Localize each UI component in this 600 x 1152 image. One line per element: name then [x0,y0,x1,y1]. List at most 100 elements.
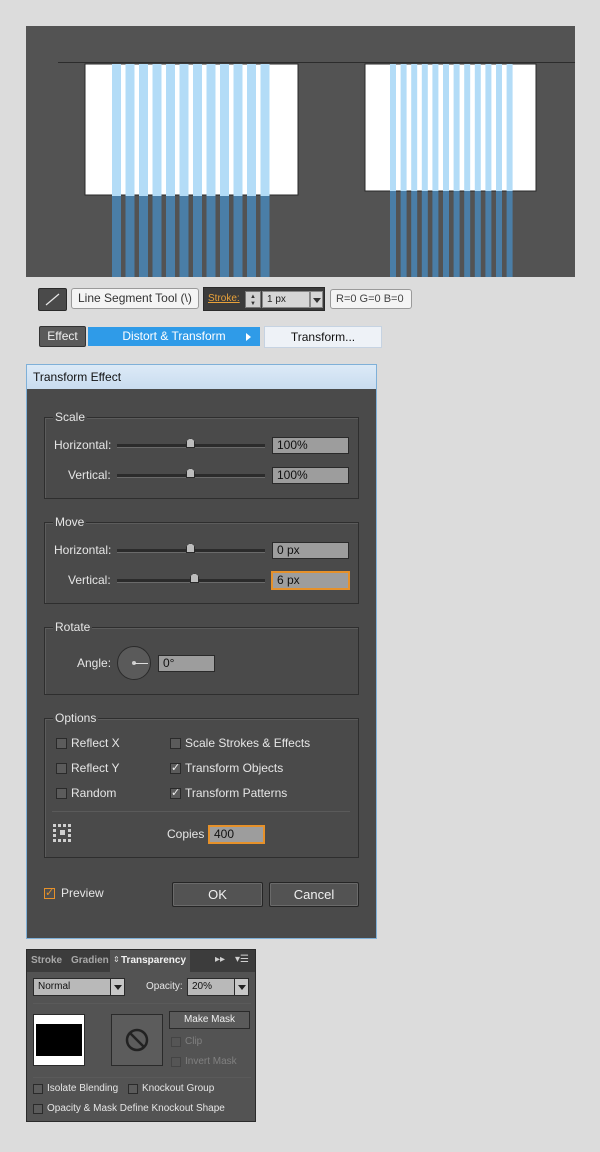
angle-dial[interactable] [117,646,151,680]
stroke-weight-dropdown[interactable] [310,291,323,308]
stripe-light [453,64,460,191]
knockout-group-checkbox[interactable] [128,1084,138,1094]
stripe-dark [179,196,189,277]
scale-strokes-checkbox[interactable] [170,738,181,749]
reflect-y-checkbox[interactable] [56,763,67,774]
stripe-dark [453,191,460,277]
options-group-title: Options [53,711,99,725]
stripe-dark [125,196,135,277]
scale-strokes-label: Scale Strokes & Effects [185,736,311,750]
tab-gradient[interactable]: Gradien [71,950,109,972]
stripe-dark [166,196,175,277]
tab-transparency[interactable]: Transparency [110,950,190,972]
artboard-canvas[interactable] [26,26,575,277]
ok-button[interactable]: OK [172,882,263,907]
clip-label: Clip [185,1036,203,1047]
stripe-light [496,64,502,191]
preview-label: Preview [61,886,104,900]
transform-patterns-checkbox[interactable] [170,786,181,799]
stripe-dark [443,191,449,277]
stripe-dark [474,191,481,277]
stripe-light [247,64,256,196]
scale-vertical-slider[interactable] [117,468,265,478]
menu-distort-label: Distort & Transform [122,329,226,343]
chevron-up-icon[interactable]: ▲ [250,294,256,300]
stripe-dark [421,191,428,277]
line-segment-icon [45,293,60,306]
stripe-light [474,64,481,191]
stripe-dark [233,196,243,277]
move-horizontal-label: Horizontal: [54,543,112,557]
stripe-light [193,64,202,196]
stripe-dark [411,191,418,277]
move-group-title: Move [53,515,87,529]
scale-group [44,417,359,499]
stripe-dark [400,191,407,277]
rotate-group-title: Rotate [53,620,93,634]
move-vertical-slider[interactable] [117,573,265,583]
opacity-mask-define-checkbox[interactable] [33,1104,43,1114]
stripe-light [400,64,407,191]
angle-input[interactable]: 0° [158,655,215,672]
menu-effect[interactable]: Effect [39,326,86,347]
tab-stroke[interactable]: Stroke [31,950,69,972]
move-vertical-input[interactable]: 6 px [272,572,349,589]
no-mask-thumbnail[interactable] [111,1014,163,1066]
menu-distort-transform[interactable]: Distort & Transform [88,327,260,346]
artwork-thumbnail[interactable] [33,1014,85,1066]
scale-horizontal-slider[interactable] [117,438,265,448]
stripe-light [206,64,216,196]
scale-vertical-input[interactable]: 100% [272,467,349,484]
no-mask-icon [125,1028,149,1052]
move-horizontal-input[interactable]: 0 px [272,542,349,559]
transform-patterns-label: Transform Patterns [185,786,288,800]
panel-menu-icon[interactable]: ▾☰ [235,954,249,965]
stripe-light [411,64,418,191]
stroke-label[interactable]: Stroke: [208,293,240,304]
stripe-light [179,64,189,196]
transform-effect-dialog: Transform Effect Scale Horizontal: 100% … [26,364,377,939]
stripe-dark [464,191,471,277]
preview-checkbox[interactable] [44,886,55,899]
transform-objects-checkbox[interactable] [170,761,181,774]
stripe-light [485,64,492,191]
transform-objects-label: Transform Objects [185,761,284,775]
menu-transform[interactable]: Transform... [264,326,382,348]
blend-mode-select[interactable]: Normal [33,978,125,996]
stripe-dark [112,196,121,277]
options-divider [52,811,350,812]
invert-mask-label: Invert Mask [185,1056,237,1067]
blend-mode-value: Normal [38,981,71,992]
chevron-down-icon [110,979,124,995]
reference-point-icon[interactable] [53,824,71,842]
panel-divider [33,1003,251,1004]
opacity-input[interactable]: 20% [187,978,249,996]
isolate-blending-checkbox[interactable] [33,1084,43,1094]
chevron-down-icon [234,979,248,995]
line-segment-tool-button[interactable] [38,288,67,311]
stroke-weight-input[interactable]: 1 px [262,291,310,308]
chevron-down-icon[interactable]: ▼ [250,301,256,307]
clip-checkbox[interactable] [171,1037,181,1047]
cancel-button[interactable]: Cancel [269,882,359,907]
reflect-x-checkbox[interactable] [56,738,67,749]
invert-mask-checkbox[interactable] [171,1057,181,1067]
copies-input[interactable]: 400 [209,826,264,843]
reflect-y-label: Reflect Y [71,761,120,775]
collapse-panel-icon[interactable]: ▸▸ [215,954,225,965]
stripe-light [166,64,175,196]
stripe-dark [432,191,439,277]
knockout-group-label: Knockout Group [142,1083,215,1094]
stripe-dark [485,191,492,277]
scale-horizontal-input[interactable]: 100% [272,437,349,454]
random-checkbox[interactable] [56,788,67,799]
make-mask-button[interactable]: Make Mask [169,1011,250,1029]
opacity-label: Opacity: [146,981,183,992]
opacity-mask-define-label: Opacity & Mask Define Knockout Shape [47,1103,225,1114]
copies-label: Copies [167,827,205,841]
stripe-dark [247,196,256,277]
color-readout: R=0 G=0 B=0 [330,289,412,309]
move-horizontal-slider[interactable] [117,543,265,553]
stripe-dark [260,196,270,277]
stroke-stepper[interactable]: ▲ ▼ [245,291,261,308]
